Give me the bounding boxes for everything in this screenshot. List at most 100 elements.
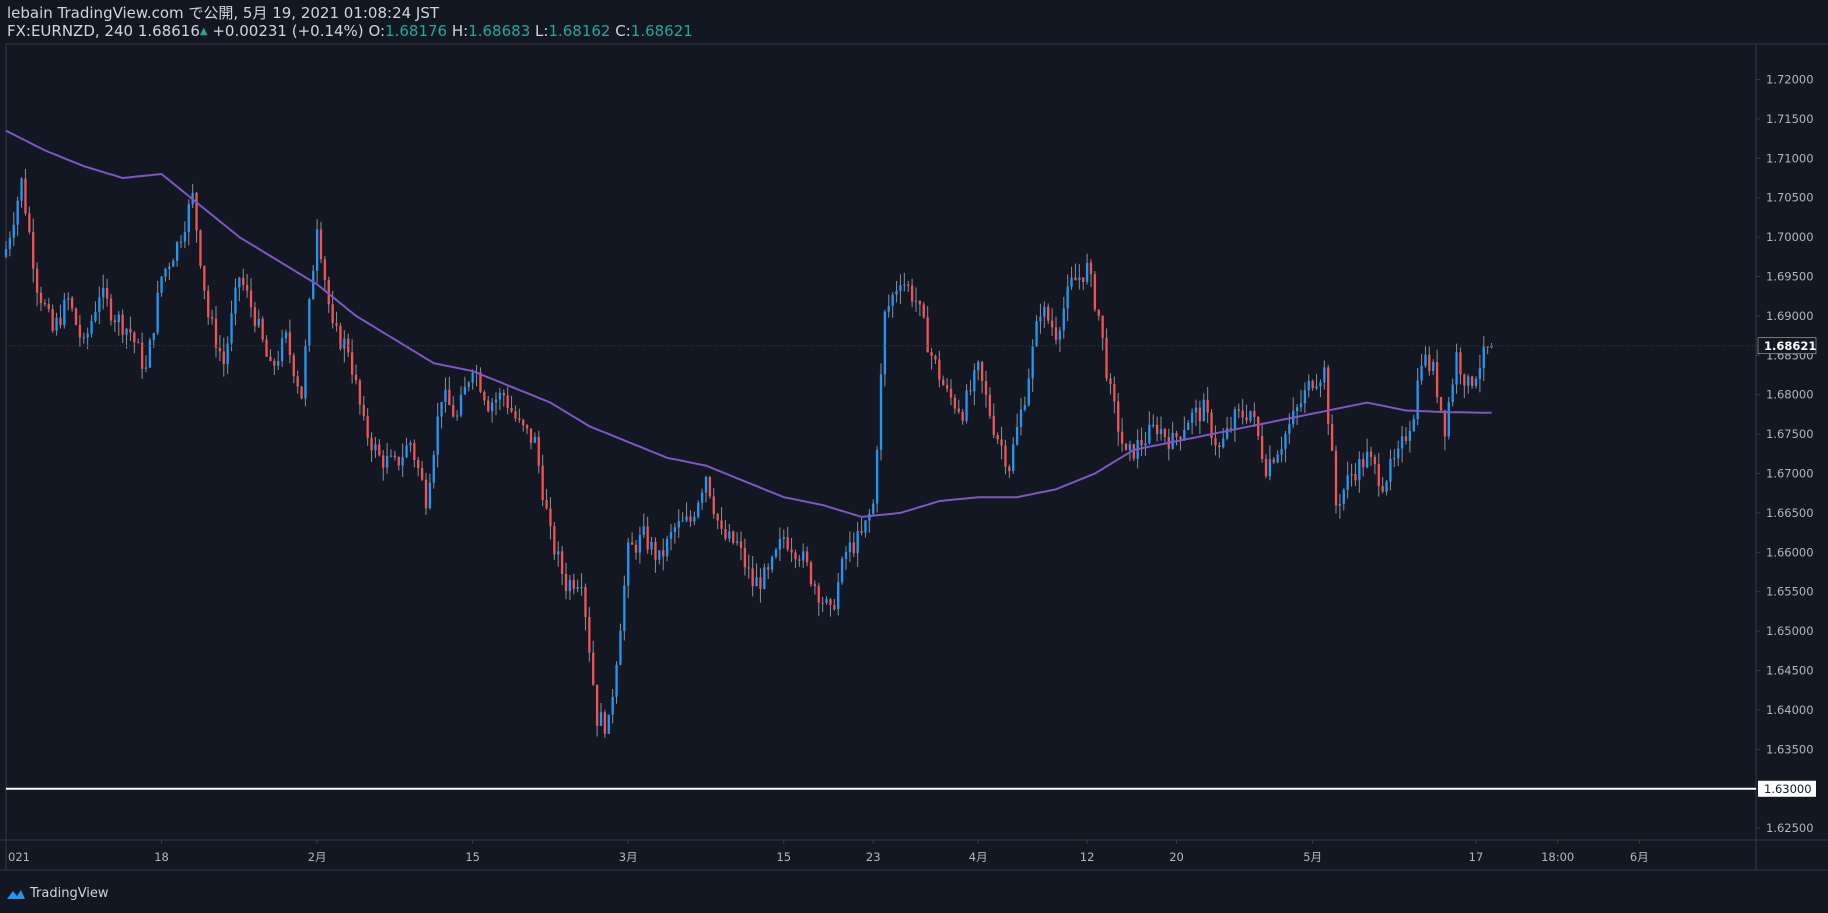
candle-body bbox=[1327, 367, 1330, 424]
candle-body bbox=[249, 290, 253, 308]
candle-body bbox=[74, 308, 78, 325]
candle-body bbox=[522, 420, 525, 426]
candle-body bbox=[284, 332, 288, 339]
candle-body bbox=[549, 508, 552, 527]
publish-line: lebain TradingView.com で公開, 5月 19, 2021 … bbox=[7, 4, 440, 22]
candle-body bbox=[938, 359, 941, 380]
candle-body bbox=[1416, 380, 1419, 420]
candle-body bbox=[1117, 401, 1120, 432]
x-tick-label: 12 bbox=[1080, 850, 1095, 864]
candle-body bbox=[533, 437, 537, 443]
candle-body bbox=[257, 318, 260, 326]
candle-body bbox=[109, 298, 113, 321]
x-tick-label: 15 bbox=[465, 850, 480, 864]
price-change: +0.00231 (+0.14%) bbox=[212, 22, 364, 40]
candle-body bbox=[463, 386, 467, 395]
candle-body bbox=[261, 318, 264, 340]
plot-background bbox=[0, 0, 1828, 909]
candle-body bbox=[1093, 274, 1097, 310]
candle-body bbox=[1455, 352, 1458, 385]
candle-body bbox=[125, 329, 128, 335]
candle-body bbox=[1015, 427, 1019, 445]
candle-body bbox=[821, 602, 824, 604]
symbol-label[interactable]: FX:EURNZD, 240 bbox=[7, 22, 133, 40]
candle-body bbox=[304, 346, 307, 399]
candle-body bbox=[903, 284, 906, 286]
x-tick-label: 4月 bbox=[969, 850, 988, 864]
x-tick-label: 17 bbox=[1469, 850, 1484, 864]
candle-body bbox=[588, 617, 591, 653]
candle-body bbox=[693, 516, 696, 522]
candle-body bbox=[1443, 410, 1447, 437]
candle-body bbox=[280, 338, 284, 362]
candle-body bbox=[833, 604, 836, 610]
candle-body bbox=[1397, 448, 1400, 459]
candle-body bbox=[1478, 368, 1482, 379]
candle-body bbox=[918, 300, 922, 305]
candle-body bbox=[856, 531, 859, 554]
tradingview-brand[interactable]: TradingView bbox=[6, 886, 109, 901]
candle-body bbox=[638, 534, 642, 553]
close-value: 1.68621 bbox=[630, 22, 693, 40]
x-tick-label: 20 bbox=[1169, 850, 1184, 864]
candle-body bbox=[518, 418, 521, 421]
candle-body bbox=[253, 307, 257, 326]
candle-body bbox=[934, 355, 937, 360]
candle-body bbox=[1385, 481, 1388, 492]
candle-body bbox=[619, 630, 622, 665]
candle-body bbox=[961, 411, 964, 421]
candle-body bbox=[273, 360, 276, 366]
candle-body bbox=[864, 520, 867, 533]
candle-body bbox=[584, 586, 587, 618]
candle-body bbox=[288, 332, 292, 356]
candle-body bbox=[805, 551, 809, 563]
candle-body bbox=[790, 549, 793, 553]
candle-body bbox=[1070, 277, 1073, 287]
candle-body bbox=[137, 342, 140, 344]
candle-body bbox=[218, 347, 222, 352]
y-tick-label: 1.62500 bbox=[1766, 821, 1814, 835]
candle-body bbox=[984, 381, 988, 395]
candle-body bbox=[576, 586, 579, 589]
candle-body bbox=[86, 333, 89, 338]
candle-body bbox=[1206, 399, 1209, 413]
candle-body bbox=[572, 579, 575, 589]
candle-body bbox=[413, 442, 416, 461]
y-tick-label: 1.68000 bbox=[1766, 388, 1814, 402]
chart-area[interactable]: 1.62500 1.63000 1.63500 1.64000 1.64500 1.650… bbox=[0, 0, 1828, 909]
candle-body bbox=[90, 320, 93, 334]
candle-body bbox=[164, 268, 167, 277]
candle-body bbox=[1198, 407, 1202, 422]
up-arrow-icon: ▲ bbox=[199, 26, 208, 37]
candle-body bbox=[739, 541, 743, 548]
candle-body bbox=[378, 444, 381, 456]
chart-header: lebain TradingView.com で公開, 5月 19, 2021 … bbox=[7, 4, 693, 41]
candle-body bbox=[471, 372, 474, 383]
y-tick-label: 1.66500 bbox=[1766, 506, 1814, 520]
price-chart[interactable]: 1.62500 1.63000 1.63500 1.64000 1.64500 1.650… bbox=[0, 0, 1828, 909]
candle-body bbox=[1113, 384, 1116, 402]
candle-body bbox=[63, 299, 66, 326]
candle-body bbox=[1155, 424, 1159, 435]
candle-body bbox=[350, 352, 354, 375]
candle-body bbox=[1303, 390, 1307, 404]
candle-body bbox=[681, 520, 684, 522]
candle-body bbox=[1369, 451, 1373, 457]
candle-body bbox=[545, 499, 548, 509]
candle-body bbox=[242, 277, 245, 286]
candle-body bbox=[763, 567, 766, 589]
candle-body bbox=[1047, 306, 1050, 321]
candle-body bbox=[1066, 286, 1069, 309]
candle-body bbox=[102, 287, 105, 298]
candle-body bbox=[770, 556, 774, 570]
candle-body bbox=[498, 392, 502, 400]
y-tick-label: 1.69000 bbox=[1766, 309, 1814, 323]
y-tick-label: 1.65500 bbox=[1766, 585, 1814, 599]
candle-body bbox=[374, 444, 377, 451]
candle-body bbox=[720, 520, 723, 530]
candle-body bbox=[685, 516, 688, 521]
candle-body bbox=[1012, 444, 1015, 472]
candle-body bbox=[1284, 433, 1287, 449]
candle-body bbox=[417, 460, 420, 469]
candle-body bbox=[203, 265, 206, 291]
